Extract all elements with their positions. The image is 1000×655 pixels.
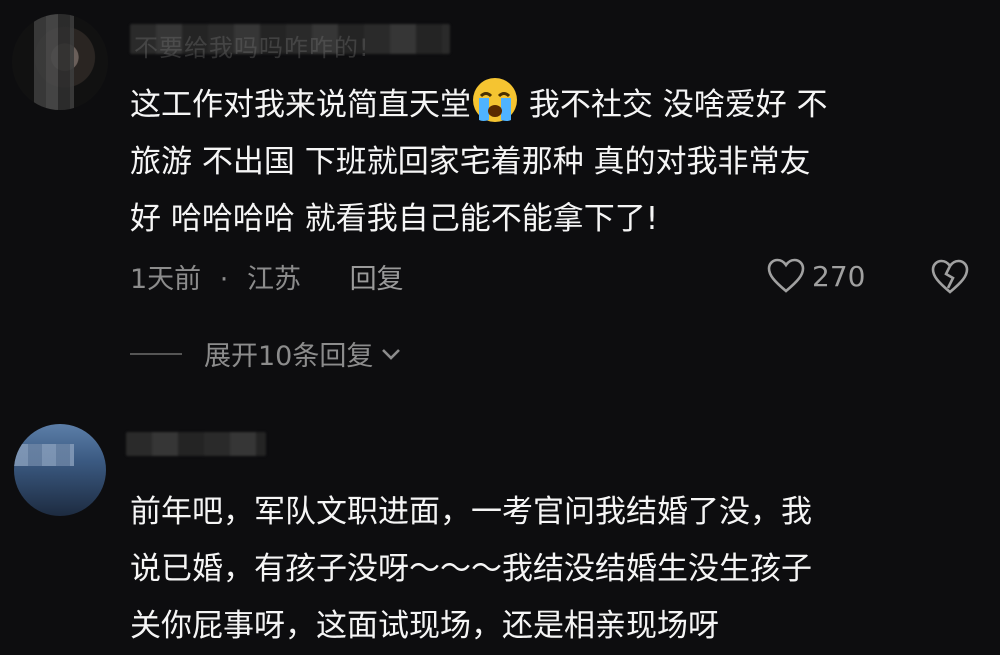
username-blurred[interactable] — [126, 432, 266, 456]
dislike-button[interactable] — [930, 258, 970, 300]
expand-replies-button[interactable]: 展开10条回复 — [130, 334, 401, 373]
like-count: 270 — [812, 259, 866, 293]
expand-replies-label: 展开10条回复 — [204, 341, 374, 372]
divider-line — [130, 352, 182, 355]
comment-text: 这工作对我来说简直天堂 我不社交 没啥爱好 不 旅游 不出国 下班就回家宅着那种… — [130, 76, 828, 248]
comment-line: 好 哈哈哈哈 就看我自己能不能拿下了! — [130, 201, 659, 237]
pixelated-avatar-mask — [34, 14, 74, 110]
separator: · — [219, 264, 229, 295]
timestamp: 1天前 — [130, 264, 202, 295]
pixelated-avatar-mask — [14, 444, 74, 466]
heart-icon — [767, 258, 805, 293]
location: 江苏 — [246, 264, 301, 295]
comment-line: 旅游 不出国 下班就回家宅着那种 真的对我非常友 — [130, 144, 811, 180]
comment-text: 前年吧，军队文职进面，一考官问我结婚了没，我 说已婚，有孩子没呀～～～我结没结婚… — [130, 484, 812, 655]
broken-heart-icon — [931, 259, 969, 294]
avatar[interactable] — [14, 424, 106, 516]
comment-line: 关你屁事呀，这面试现场，还是相亲现场呀 — [130, 608, 719, 644]
like-button[interactable]: 270 — [766, 257, 865, 295]
comment-meta: 1天前 · 江苏 回复 — [130, 257, 404, 296]
username[interactable]: 不要给我吗吗咋咋的! — [134, 28, 370, 63]
loudly-crying-face-icon — [473, 78, 517, 122]
reply-button[interactable]: 回复 — [350, 264, 404, 295]
chevron-down-icon — [382, 348, 401, 360]
comment-line: 这工作对我来说简直天堂 我不社交 没啥爱好 不 — [130, 76, 828, 134]
comment-line: 前年吧，军队文职进面，一考官问我结婚了没，我 — [130, 494, 812, 530]
avatar[interactable] — [12, 14, 108, 110]
comment-line: 说已婚，有孩子没呀～～～我结没结婚生没生孩子 — [130, 551, 812, 587]
